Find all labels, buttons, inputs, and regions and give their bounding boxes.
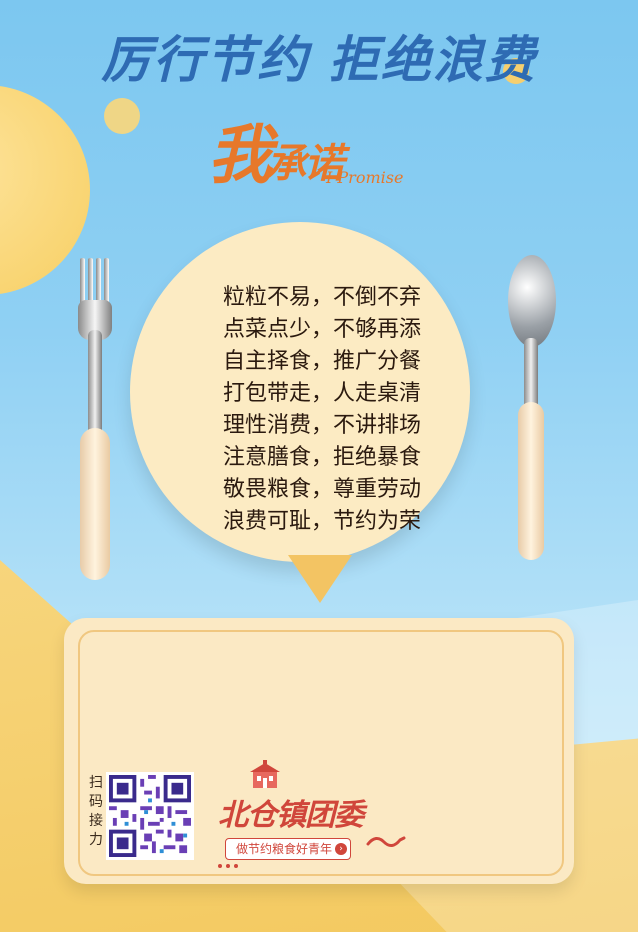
promise-heading: 我承诺	[208, 104, 344, 196]
pledge-list: 粒粒不易，不倒不弃 点菜点少，不够再添 自主择食，推广分餐 打包带走，人走桌清 …	[192, 282, 452, 538]
wave-icon	[366, 836, 406, 847]
building-icon	[250, 760, 280, 788]
slogan-badge: 做节约粮食好青年 ›	[225, 838, 352, 860]
pledge-line: 注意膳食，拒绝暴食	[222, 445, 421, 470]
decor-dot	[104, 98, 140, 134]
pledge-line: 理性消费，不讲排场	[222, 413, 421, 438]
pledge-line: 自主择食，推广分餐	[222, 349, 421, 374]
pledge-pointer	[288, 555, 352, 603]
promise-main-char: 我	[208, 118, 272, 193]
pledge-line: 点菜点少，不够再添	[222, 317, 421, 342]
fork-neck	[88, 330, 102, 440]
poster-title: 厉行节约 拒绝浪费	[101, 31, 537, 89]
pledge-line: 浪费可耻，节约为荣	[222, 509, 421, 534]
arrow-right-icon: ›	[335, 843, 348, 855]
org-name: 北仓镇团委	[218, 798, 364, 833]
promise-english: I Promise	[326, 168, 404, 187]
spoon-head	[508, 255, 556, 347]
pledge-line: 打包带走，人走桌清	[222, 381, 421, 406]
fork-handle	[80, 428, 110, 580]
spoon-handle	[518, 402, 544, 560]
poster: 厉行节约 拒绝浪费 我承诺 I Promise 粒粒不易，不倒不弃 点菜点少，不…	[0, 0, 638, 932]
dots-icon	[218, 864, 238, 868]
decor-circle-left	[0, 85, 90, 295]
scan-label: 扫码接力	[89, 775, 103, 848]
qr-code-icon[interactable]	[106, 772, 194, 860]
slogan-text: 做节约粮食好青年	[236, 842, 333, 856]
pledge-line: 粒粒不易，不倒不弃	[222, 285, 421, 310]
pledge-line: 敬畏粮食，尊重劳动	[222, 477, 421, 502]
